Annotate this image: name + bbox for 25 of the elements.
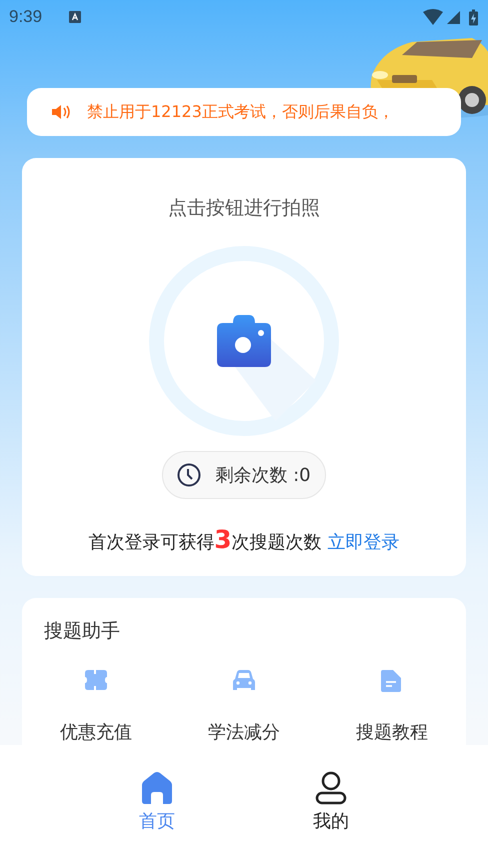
remaining-count-text: 剩余次数 :0 [215,464,311,487]
ticket-icon [85,670,107,692]
shortcut-item[interactable]: 搜题教程 [318,670,466,744]
home-icon [140,771,174,805]
battery-icon [469,8,478,26]
shortcut-item[interactable]: 优惠充值 [22,670,170,744]
car-icon [233,670,255,692]
notice-text: 禁止用于12123正式考试，否则后果自负， [87,102,394,122]
instruction-text: 点击按钮进行拍照 [168,196,320,221]
speaker-icon [51,104,71,120]
person-icon [314,771,348,805]
camera-icon [217,315,271,367]
shortcut-item[interactable]: 学法减分 [170,670,318,744]
camera-button[interactable] [149,246,339,436]
nav-tab[interactable]: 我的 [299,771,363,835]
nav-tab[interactable]: 首页 [125,771,189,835]
clock-time: 9:39 [9,7,42,27]
signal-icon [447,10,460,24]
section-title: 搜题助手 [44,619,121,644]
clock-icon [177,463,202,487]
document-icon [381,670,403,692]
login-link[interactable]: 立即登录 [328,530,400,554]
wifi-icon [423,9,443,25]
keyboard-icon [69,11,82,23]
login-prompt-text: 首次登录可获得3次搜题次数 [88,525,322,554]
